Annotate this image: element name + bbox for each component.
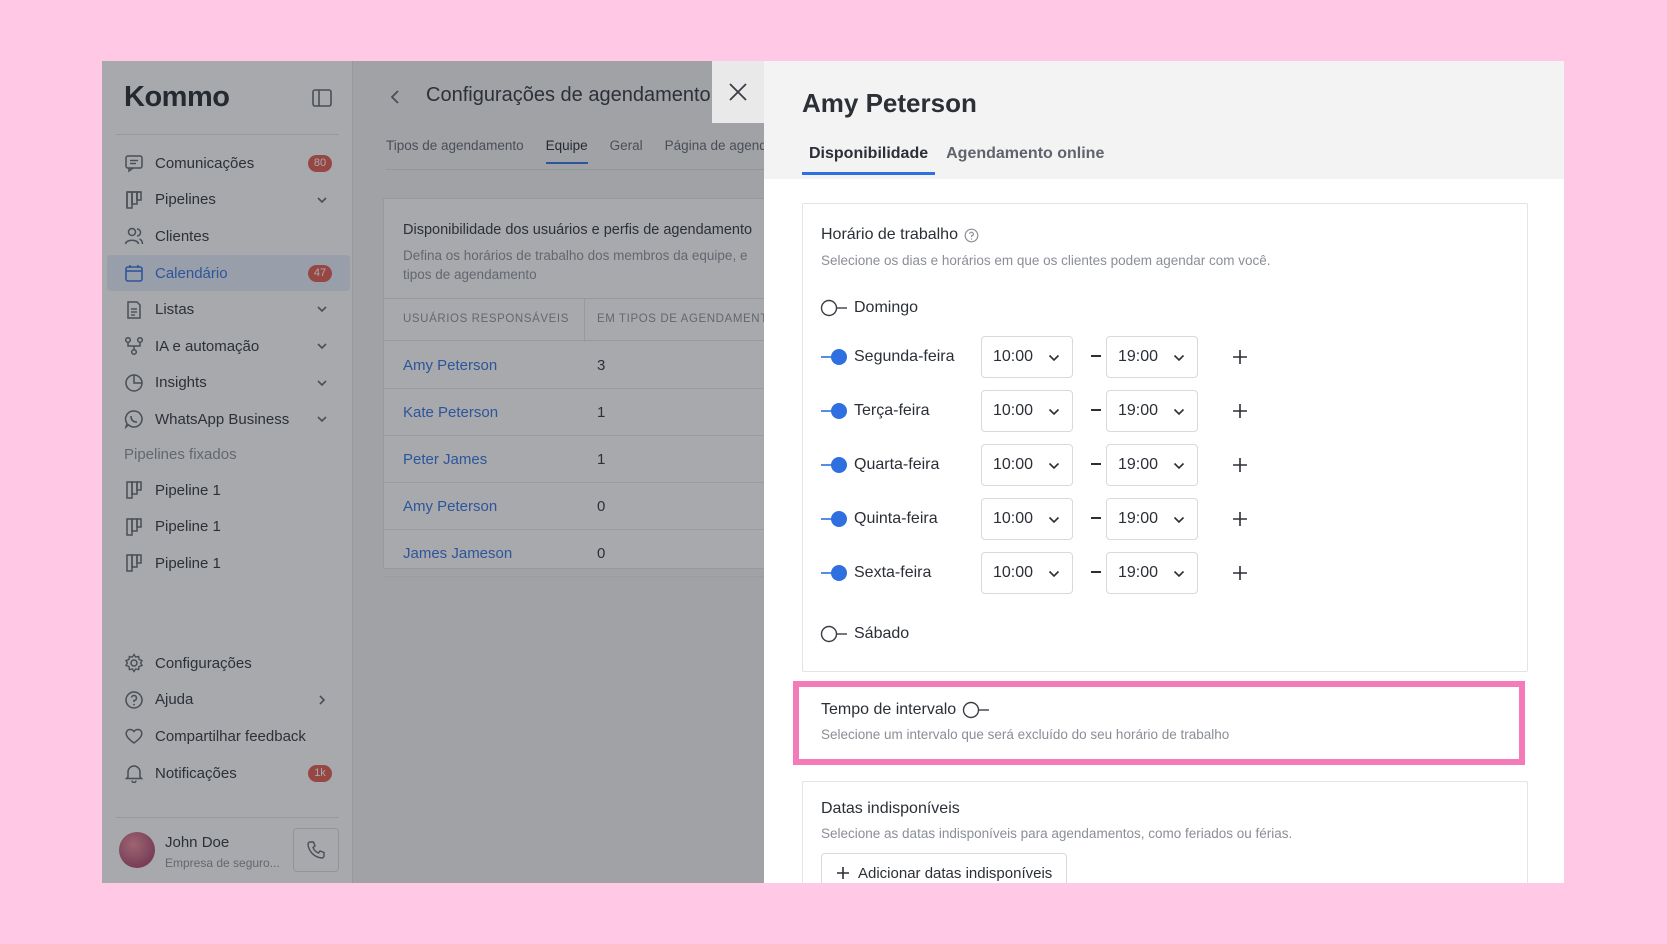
chevron-down-icon — [1173, 516, 1185, 524]
day-label: Terça-feira — [854, 402, 930, 419]
start-time-select[interactable]: 10:00 — [981, 390, 1073, 432]
highlight-box — [793, 681, 1525, 765]
start-time-select[interactable]: 10:00 — [981, 444, 1073, 486]
section-description: Selecione os dias e horários em que os c… — [821, 253, 1271, 268]
day-row-quarta: Quarta-feira 10:00 19:00 — [820, 444, 1520, 486]
time-range-dash — [1091, 571, 1101, 573]
day-row-sexta: Sexta-feira 10:00 19:00 — [820, 552, 1520, 594]
section-title: Horário de trabalho — [821, 226, 979, 244]
end-time-select[interactable]: 19:00 — [1106, 336, 1198, 378]
working-hours-section: Horário de trabalho Selecione os dias e … — [802, 203, 1528, 672]
end-time-select[interactable]: 19:00 — [1106, 498, 1198, 540]
chevron-down-icon — [1173, 354, 1185, 362]
tab-agendamento-online[interactable]: Agendamento online — [939, 145, 1111, 175]
end-time-select[interactable]: 19:00 — [1106, 552, 1198, 594]
day-label: Domingo — [854, 299, 919, 316]
button-label: Adicionar datas indisponíveis — [858, 864, 1053, 882]
user-availability-panel: Amy Peterson Disponibilidade Agendamento… — [764, 61, 1564, 883]
start-time-value: 10:00 — [993, 402, 1034, 419]
day-label: Quarta-feira — [854, 456, 940, 473]
plus-icon[interactable] — [1231, 456, 1249, 474]
toggle-off-icon[interactable] — [820, 625, 848, 643]
plus-icon[interactable] — [1231, 348, 1249, 366]
day-row-domingo: Domingo — [820, 287, 1520, 329]
start-time-select[interactable]: 10:00 — [981, 336, 1073, 378]
toggle-off-icon[interactable] — [820, 299, 848, 317]
chevron-down-icon — [1048, 462, 1060, 470]
app-window: Kommo Comunicações 80 Pipelines Clientes… — [102, 61, 1564, 883]
day-row-terca: Terça-feira 10:00 19:00 — [820, 390, 1520, 432]
chevron-down-icon — [1048, 570, 1060, 578]
add-unavailable-dates-button[interactable]: Adicionar datas indisponíveis — [821, 853, 1068, 883]
help-icon[interactable] — [964, 228, 979, 243]
chevron-down-icon — [1173, 408, 1185, 416]
chevron-down-icon — [1173, 462, 1185, 470]
start-time-select[interactable]: 10:00 — [981, 552, 1073, 594]
plus-icon[interactable] — [1231, 402, 1249, 420]
unavailable-dates-section: Datas indisponíveis Selecione as datas i… — [802, 781, 1528, 883]
plus-icon — [837, 867, 849, 879]
panel-tabs: Disponibilidade Agendamento online — [802, 145, 1115, 175]
toggle-on-icon[interactable] — [820, 402, 848, 420]
time-range-dash — [1091, 517, 1101, 519]
toggle-on-icon[interactable] — [820, 564, 848, 582]
working-hours-title: Horário de trabalho — [821, 226, 958, 243]
toggle-on-icon[interactable] — [820, 510, 848, 528]
chevron-down-icon — [1048, 408, 1060, 416]
end-time-value: 19:00 — [1118, 348, 1159, 365]
end-time-value: 19:00 — [1118, 402, 1159, 419]
section-description: Selecione as datas indisponíveis para ag… — [821, 826, 1293, 841]
start-time-select[interactable]: 10:00 — [981, 498, 1073, 540]
day-label: Sexta-feira — [854, 564, 932, 581]
modal-overlay[interactable] — [102, 61, 866, 883]
chevron-down-icon — [1048, 354, 1060, 362]
unavailable-dates-title: Datas indisponíveis — [821, 800, 960, 817]
end-time-value: 19:00 — [1118, 564, 1159, 581]
day-row-quinta: Quinta-feira 10:00 19:00 — [820, 498, 1520, 540]
time-range-dash — [1091, 463, 1101, 465]
end-time-value: 19:00 — [1118, 456, 1159, 473]
end-time-value: 19:00 — [1118, 510, 1159, 527]
start-time-value: 10:00 — [993, 456, 1034, 473]
plus-icon[interactable] — [1231, 564, 1249, 582]
toggle-on-icon[interactable] — [820, 348, 848, 366]
plus-icon[interactable] — [1231, 510, 1249, 528]
start-time-value: 10:00 — [993, 348, 1034, 365]
start-time-value: 10:00 — [993, 510, 1034, 527]
tab-disponibilidade[interactable]: Disponibilidade — [802, 145, 936, 175]
start-time-value: 10:00 — [993, 564, 1034, 581]
chevron-down-icon — [1173, 570, 1185, 578]
time-range-dash — [1091, 409, 1101, 411]
toggle-on-icon[interactable] — [820, 456, 848, 474]
day-row-segunda: Segunda-feira 10:00 19:00 — [820, 336, 1520, 378]
close-icon — [729, 83, 747, 101]
end-time-select[interactable]: 19:00 — [1106, 390, 1198, 432]
chevron-down-icon — [1048, 516, 1060, 524]
day-row-sabado: Sábado — [820, 613, 1520, 655]
end-time-select[interactable]: 19:00 — [1106, 444, 1198, 486]
panel-header: Amy Peterson Disponibilidade Agendamento… — [764, 61, 1564, 179]
day-label: Sábado — [854, 625, 910, 642]
close-button[interactable] — [712, 61, 764, 123]
panel-title: Amy Peterson — [802, 88, 977, 118]
time-range-dash — [1091, 355, 1101, 357]
day-label: Quinta-feira — [854, 510, 938, 527]
day-label: Segunda-feira — [854, 348, 955, 365]
